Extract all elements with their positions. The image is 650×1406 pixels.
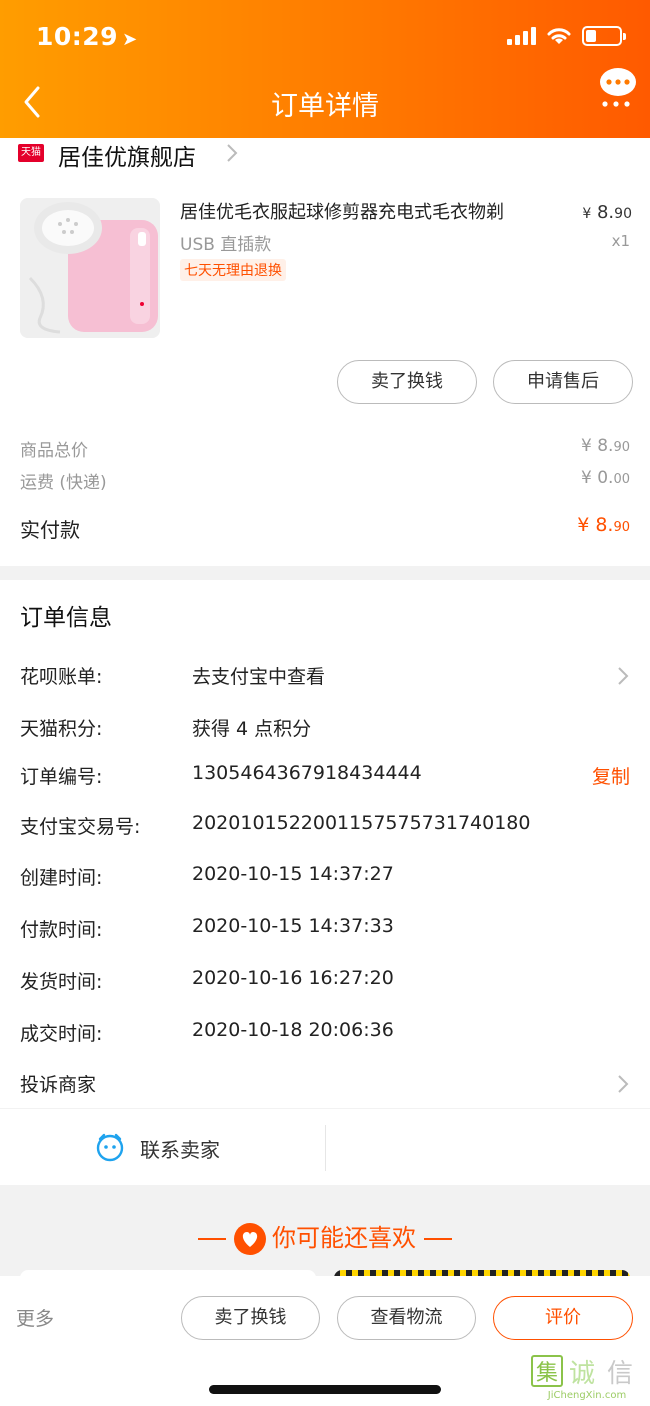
huabei-bill-row[interactable]: 花呗账单: 去支付宝中查看	[20, 662, 632, 694]
battery-icon	[582, 26, 626, 46]
svg-text:信: 信	[607, 1359, 633, 1389]
status-indicators	[507, 26, 626, 46]
contact-bar: 联系卖家	[0, 1109, 650, 1185]
paid-time-row: 付款时间: 2020-10-15 14:37:33	[20, 915, 394, 941]
lint-remover-illustration	[20, 198, 160, 338]
heart-icon	[234, 1223, 266, 1255]
more-button[interactable]: 更多	[16, 1304, 54, 1331]
product-quantity: x1	[611, 232, 630, 250]
contact-seller-button[interactable]: 联系卖家	[0, 1109, 325, 1185]
message-bubble-icon[interactable]	[598, 66, 638, 110]
shipping-fee-row: 运费 (快递) ¥ 0.00	[20, 468, 630, 493]
svg-text:集: 集	[536, 1361, 558, 1386]
status-time: 10:29 ➤	[36, 22, 138, 51]
copy-order-number-button[interactable]: 复制	[592, 762, 630, 789]
watermark-url: JiChengXin.com	[547, 1390, 627, 1401]
wifi-icon	[547, 28, 571, 44]
order-card: 天猫 居佳优旗舰店 居佳优毛衣服起球修剪器充电式毛衣物剃 USB 直插款 七天无…	[0, 138, 650, 566]
return-policy-tag: 七天无理由退换	[180, 259, 286, 281]
chevron-right-icon	[618, 1075, 629, 1093]
order-number-row: 订单编号: 1305464367918434444 复制	[20, 762, 630, 789]
after-sales-button[interactable]: 申请售后	[493, 360, 633, 404]
product-price: ¥ 8.90	[582, 202, 632, 223]
cellular-signal-icon	[507, 27, 536, 45]
review-button[interactable]: 评价	[493, 1296, 633, 1340]
divider	[325, 1125, 326, 1171]
product-spec: USB 直插款	[180, 235, 272, 255]
recommendations-section: 你可能还喜欢	[0, 1186, 650, 1278]
svg-text:诚: 诚	[569, 1359, 595, 1389]
order-info-title: 订单信息	[20, 605, 112, 631]
chevron-right-icon[interactable]	[224, 142, 240, 164]
customer-service-icon	[96, 1133, 124, 1162]
app-header: 10:29 ➤ 订单详情	[0, 0, 650, 138]
shipped-time-row: 发货时间: 2020-10-16 16:27:20	[20, 967, 394, 993]
tmall-logo-icon: 天猫	[18, 144, 44, 162]
completed-time-row: 成交时间: 2020-10-18 20:06:36	[20, 1019, 394, 1045]
shop-name[interactable]: 居佳优旗舰店	[58, 138, 196, 172]
watermark: 集 诚 信 JiChengXin.com	[530, 1354, 644, 1402]
page-title: 订单详情	[271, 91, 379, 122]
sell-for-cash-button[interactable]: 卖了换钱	[337, 360, 477, 404]
sell-for-cash-button[interactable]: 卖了换钱	[181, 1296, 320, 1340]
home-indicator[interactable]	[209, 1385, 441, 1394]
order-info-card: 订单信息 花呗账单: 去支付宝中查看 天猫积分: 获得 4 点积分 订单编号: …	[0, 580, 650, 1108]
product-image[interactable]	[20, 198, 160, 338]
chevron-right-icon	[618, 667, 629, 685]
product-title[interactable]: 居佳优毛衣服起球修剪器充电式毛衣物剃	[180, 198, 560, 224]
alipay-trade-number-row: 支付宝交易号: 2020101522001157575731740180	[20, 812, 531, 838]
paid-total-row: 实付款 ¥ 8.90	[20, 514, 630, 542]
view-logistics-button[interactable]: 查看物流	[337, 1296, 476, 1340]
complain-seller-row[interactable]: 投诉商家	[20, 1070, 632, 1102]
recommendations-title: 你可能还喜欢	[0, 1218, 650, 1255]
tmall-points-row: 天猫积分: 获得 4 点积分	[20, 718, 312, 740]
watermark-logo: 集 诚 信	[531, 1355, 633, 1389]
goods-total-row: 商品总价 ¥ 8.90	[20, 436, 630, 461]
created-time-row: 创建时间: 2020-10-15 14:37:27	[20, 863, 394, 889]
location-arrow-icon: ➤	[122, 29, 138, 50]
